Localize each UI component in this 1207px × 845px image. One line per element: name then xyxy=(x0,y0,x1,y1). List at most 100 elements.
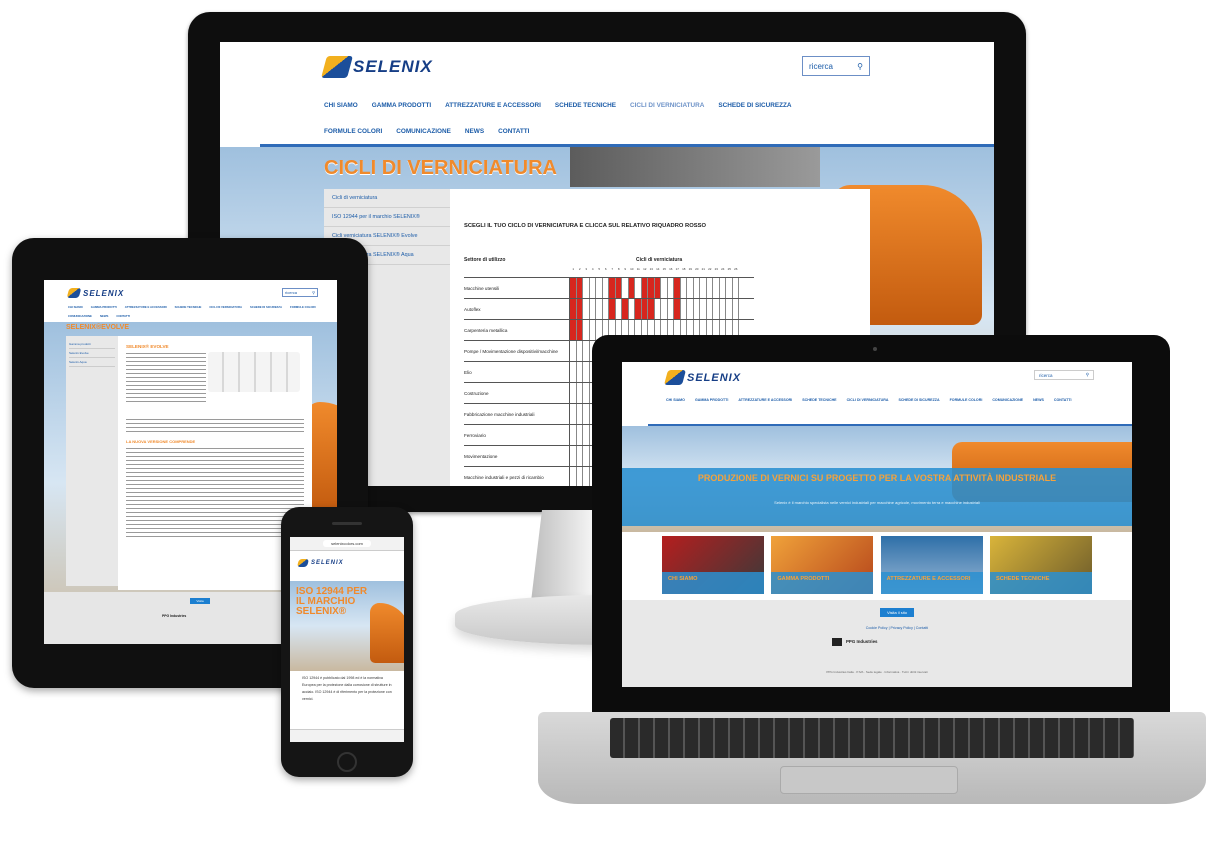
search-icon[interactable]: ⚲ xyxy=(857,62,863,71)
nav-item[interactable]: SCHEDE DI SICUREZZA xyxy=(898,398,939,402)
nav-item[interactable]: ATTREZZATURE E ACCESSORI xyxy=(738,398,792,402)
nav-item[interactable]: CHI SIAMO xyxy=(324,102,358,109)
nav-item[interactable]: SCHEDE DI SICUREZZA xyxy=(718,102,791,109)
table-row: Autoflex xyxy=(464,298,754,319)
laptop-footer-links[interactable]: Cookie Policy | Privacy Policy | Contatt… xyxy=(822,626,972,630)
nav-item[interactable]: COMUNICAZIONE xyxy=(68,314,92,318)
phone-page-title: ISO 12944 PER IL MARCHIO SELENIX® xyxy=(296,586,368,617)
nav-item[interactable]: CICLI DI VERNICIATURA xyxy=(630,102,704,109)
nav-item[interactable]: CHI SIAMO xyxy=(666,398,685,402)
laptop-footer: Visita il sito Cookie Policy | Privacy P… xyxy=(622,600,1132,687)
table-row-label: Ferroviario xyxy=(464,425,570,445)
tablet-navigation: CHI SIAMO GAMMA PRODOTTI ATTREZZATURE E AC… xyxy=(68,305,318,318)
nav-item[interactable]: CONTATTI xyxy=(1054,398,1072,402)
laptop-trackpad[interactable] xyxy=(780,766,958,794)
nav-item[interactable]: NEWS xyxy=(100,314,108,318)
logo-text: SELENIX xyxy=(83,288,125,298)
nav-item[interactable]: CONTATTI xyxy=(498,128,529,135)
cycle-cell xyxy=(732,278,739,298)
laptop-hero-subtitle: Selenix è il marchio specialista nelle v… xyxy=(774,500,980,505)
laptop-keyboard xyxy=(610,718,1134,758)
main-navigation: CHI SIAMO GAMMA PRODOTTI ATTREZZATURE E AC… xyxy=(324,102,824,135)
sidebar-item[interactable]: Gamma prodotti xyxy=(69,340,115,349)
phone-speaker xyxy=(332,522,362,525)
search-placeholder: ricerca xyxy=(1039,372,1053,378)
phone-home-button[interactable] xyxy=(337,752,357,772)
table-row-label: Movimentazione xyxy=(464,446,570,466)
nav-item[interactable]: CICLI DI VERNICIATURA xyxy=(847,398,889,402)
category-tile[interactable]: ATTREZZATURE E ACCESSORI xyxy=(880,536,983,594)
tablet-visit-button[interactable]: Visita xyxy=(190,598,210,604)
nav-item[interactable]: CICLI DI VERNICIATURA xyxy=(209,305,242,309)
laptop-logo[interactable]: SELENIX xyxy=(663,370,741,385)
site-logo[interactable]: SELENIX xyxy=(321,56,433,78)
cycle-number: 26 xyxy=(734,267,738,271)
category-tile-label: SCHEDE TECNICHE xyxy=(989,572,1092,594)
tablet-heading: SELENIX® EVOLVE xyxy=(126,344,169,349)
search-placeholder: ricerca xyxy=(285,290,298,295)
nav-item[interactable]: CONTATTI xyxy=(116,314,130,318)
nav-item[interactable]: SCHEDE DI SICUREZZA xyxy=(250,305,282,309)
laptop-camera xyxy=(873,347,877,351)
table-row-label: Macchine industriali e pezzi di ricambio xyxy=(464,467,570,486)
category-tile[interactable]: CHI SIAMO xyxy=(662,536,764,594)
phone-body-text: ISO 12944 è pubblicato dal 1998 ed è la … xyxy=(302,676,392,701)
tablet-subheading: LA NUOVA VERSIONE COMPRENDE xyxy=(126,439,196,444)
laptop-search-input[interactable]: ricerca ⚲ xyxy=(1034,370,1094,380)
device-showcase: SELENIX ricerca ⚲ CHI SIAMO GAMMA PRODOTT… xyxy=(0,0,1207,845)
category-tile[interactable]: GAMMA PRODOTTI xyxy=(771,536,874,594)
page-title: CICLI DI VERNICIATURA xyxy=(324,157,557,179)
logo-mark-icon xyxy=(663,370,687,385)
instruction-text: SCEGLI IL TUO CICLO DI VERNICIATURA E CL… xyxy=(464,223,706,229)
nav-item[interactable]: ATTREZZATURE E ACCESSORI xyxy=(125,305,167,309)
search-icon[interactable]: ⚲ xyxy=(312,290,315,295)
excavator-cab-image xyxy=(570,147,820,187)
cycle-cell xyxy=(732,299,739,319)
nav-item[interactable]: FORMULE COLORI xyxy=(950,398,983,402)
nav-item[interactable]: SCHEDE TECNICHE xyxy=(175,305,202,309)
nav-item[interactable]: NEWS xyxy=(1033,398,1044,402)
nav-item[interactable]: NEWS xyxy=(465,128,484,135)
sidebar-item[interactable]: Selenix Evolve xyxy=(69,349,115,358)
sidebar-item[interactable]: ISO 12944 per il marchio SELENIX® xyxy=(324,208,450,227)
nav-item[interactable]: SCHEDE TECNICHE xyxy=(802,398,836,402)
nav-item[interactable]: ATTREZZATURE E ACCESSORI xyxy=(445,102,541,109)
category-tile[interactable]: SCHEDE TECNICHE xyxy=(989,536,1092,594)
sidebar-item[interactable]: Selenix Aqua xyxy=(69,358,115,367)
phone-logo[interactable]: SELENIX xyxy=(296,559,344,567)
nav-item[interactable]: SCHEDE TECNICHE xyxy=(555,102,616,109)
laptop-screen: SELENIX ricerca ⚲ CHI SIAMO GAMMA PRODOTTI… xyxy=(622,362,1132,687)
nav-item[interactable]: GAMMA PRODOTTI xyxy=(695,398,728,402)
nav-item[interactable]: COMUNICAZIONE xyxy=(396,128,451,135)
cycle-number-row: 1 2 3 4 5 6 7 8 9 10 11 12 13 14 15 16 17 18 19 20 21 22 23 24 2… xyxy=(570,267,754,277)
table-row-label: Elio xyxy=(464,362,570,382)
phone-screen: selenixcolors.com SELENIX ISO 12944 PER … xyxy=(290,537,404,742)
table-header-cycles: Cicli di verniciatura xyxy=(636,257,683,263)
phone-address-bar[interactable]: selenixcolors.com xyxy=(290,537,404,551)
table-row: Macchine utensili xyxy=(464,277,754,298)
logo-text: SELENIX xyxy=(353,57,433,76)
tablet-search-input[interactable]: ricerca ⚲ xyxy=(282,288,318,297)
phone-hero: ISO 12944 PER IL MARCHIO SELENIX® xyxy=(290,581,404,671)
laptop-navigation: CHI SIAMO GAMMA PRODOTTI ATTREZZATURE E AC… xyxy=(666,398,1076,402)
tablet-logo[interactable]: SELENIX xyxy=(66,288,125,298)
category-tile-label: CHI SIAMO xyxy=(662,572,764,594)
search-input[interactable]: ricerca ⚲ xyxy=(802,56,870,76)
nav-item[interactable]: GAMMA PRODOTTI xyxy=(372,102,431,109)
tablet-text-block xyxy=(126,419,304,433)
logo-text: SELENIX xyxy=(311,560,344,566)
nav-item[interactable]: FORMULE COLORI xyxy=(290,305,315,309)
category-tiles: CHI SIAMO GAMMA PRODOTTI ATTREZZATURE E AC… xyxy=(662,536,1092,594)
nav-item[interactable]: FORMULE COLORI xyxy=(324,128,382,135)
search-icon[interactable]: ⚲ xyxy=(1086,372,1089,378)
table-header-sector: Settore di utilizzo xyxy=(464,257,506,263)
sidebar-item[interactable]: Cicli di verniciatura xyxy=(324,189,450,208)
table-row-label: Fabbricazione macchine industriali xyxy=(464,404,570,424)
tablet-footer-brand: PPG Industries xyxy=(162,614,187,618)
nav-item[interactable]: COMUNICAZIONE xyxy=(992,398,1023,402)
nav-item[interactable]: CHI SIAMO xyxy=(68,305,83,309)
nav-item[interactable]: GAMMA PRODOTTI xyxy=(91,305,117,309)
hero-strip: PRODUZIONE DI VERNICI SU PROGETTO PER LA… xyxy=(622,468,1132,526)
laptop-visit-button[interactable]: Visita il sito xyxy=(880,608,914,617)
phone-toolbar xyxy=(290,729,404,742)
